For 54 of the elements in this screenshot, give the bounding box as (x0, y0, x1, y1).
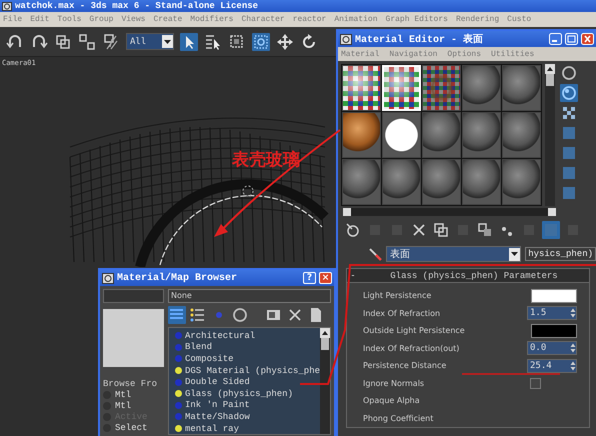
parameter-label: Opaque Alpha (363, 396, 421, 406)
close-button[interactable]: × (319, 272, 332, 284)
menu-item[interactable]: Create (153, 15, 182, 24)
menu-item[interactable]: Character (241, 15, 285, 24)
list-item[interactable]: Ink 'n Paint (174, 400, 320, 412)
rollout-header[interactable]: - Glass (physics_phen) Parameters (347, 269, 589, 283)
parameter-label: Index Of Refraction (363, 308, 442, 318)
menu-item[interactable]: Utilities (491, 50, 534, 58)
menu-item[interactable]: File (3, 15, 22, 24)
window-title: Material/Map Browser (117, 272, 238, 284)
help-button[interactable]: ? (303, 272, 316, 284)
name-field[interactable]: None (168, 289, 331, 303)
rollout-title: Glass (physics_phen) Parameters (389, 270, 559, 280)
group-label: Browse Fro (103, 379, 158, 389)
spinner-field[interactable]: 25.4 (527, 358, 577, 373)
menu-item[interactable]: Modifiers (190, 15, 234, 24)
list-item[interactable]: Blend (174, 342, 320, 354)
material-type-button[interactable]: hysics_phen) (525, 247, 596, 261)
menu-item[interactable]: Views (121, 15, 146, 24)
list-item[interactable]: Matte/Shadow (174, 411, 320, 423)
window-title: watchok.max - 3ds max 6 - Stand-alone License (15, 1, 258, 11)
parameter-label: Persistence Distance (363, 361, 448, 370)
list-item[interactable]: mental ray (174, 422, 320, 434)
list-item[interactable]: Composite (174, 353, 320, 365)
annotation-text: 表壳玻璃 (232, 149, 300, 171)
parameter-label: Index Of Refraction(out) (363, 344, 460, 353)
menu-item[interactable]: Navigation (389, 50, 438, 58)
menu-item[interactable]: reactor (292, 15, 326, 24)
menu-item[interactable]: Animation (334, 15, 378, 24)
parameter-label: Ignore Normals (363, 378, 426, 388)
menu-item[interactable]: Material (341, 50, 380, 58)
material-name-field[interactable]: 表面 (386, 246, 522, 262)
radio-label: Mtl (115, 401, 132, 411)
menu-item[interactable]: Graph Editors (386, 15, 448, 24)
window-title: Material Editor - 表面 (355, 32, 484, 46)
menu-item[interactable]: Custo (507, 15, 532, 24)
list-item[interactable]: Architectural (174, 330, 320, 342)
selection-filter-dropdown[interactable]: All (126, 33, 174, 50)
menu-item[interactable]: Edit (30, 15, 50, 24)
parameter-label: Outside Light Persistence (363, 326, 466, 336)
parameter-label: Light Persistence (363, 291, 432, 300)
parameter-label: Phong Coefficient (363, 414, 434, 423)
menu-item[interactable]: Rendering (456, 15, 500, 24)
spinner-field[interactable]: 0.0 (527, 341, 577, 356)
menu-item[interactable]: Options (447, 50, 482, 58)
menu-item[interactable]: Group (89, 15, 114, 24)
list-item[interactable]: DGS Material (physics_phe (174, 364, 320, 376)
list-item[interactable]: Double Sided (174, 376, 320, 388)
collapse-toggle[interactable]: - (347, 270, 359, 280)
radio-label: Mtl (115, 390, 132, 400)
menu-item[interactable]: Tools (57, 15, 82, 24)
radio-label: Select (115, 423, 148, 433)
spinner-field[interactable]: 1.5 (527, 306, 577, 320)
list-item[interactable]: Glass (physics_phen) (174, 388, 320, 400)
